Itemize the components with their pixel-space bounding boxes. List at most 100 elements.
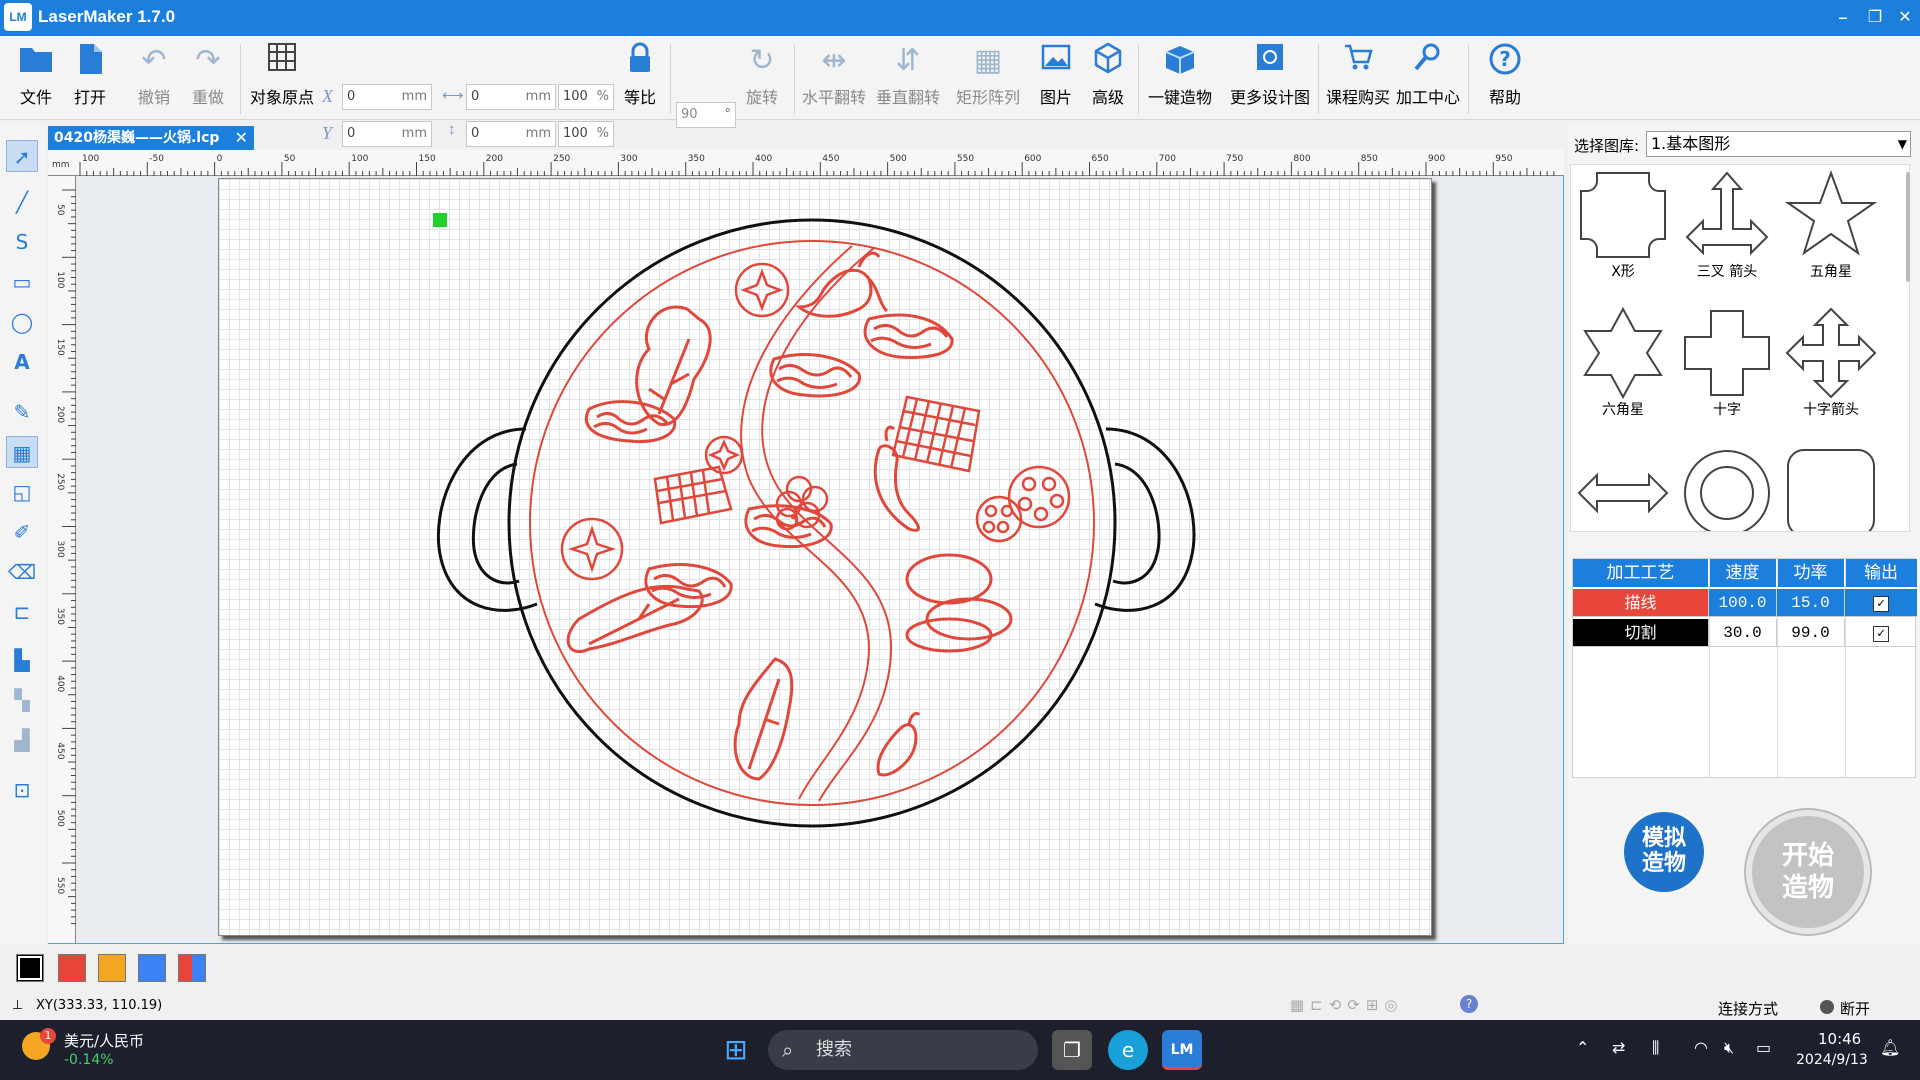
help-button[interactable]: ? 帮助 <box>1480 40 1530 108</box>
undo-button[interactable]: ↶ 撤销 <box>132 40 176 108</box>
grid-tool-icon[interactable]: ▦ <box>6 436 38 468</box>
output-checkbox[interactable]: ✓ <box>1845 589 1917 617</box>
volume-muted-icon[interactable]: 🔇︎ <box>1724 1038 1734 1058</box>
text-tool-icon[interactable]: A <box>6 346 38 378</box>
start-button[interactable]: 开始 造物 <box>1746 810 1870 934</box>
process-row-trace[interactable]: 描线 <box>1573 589 1709 617</box>
signal-icon[interactable]: ⫼ <box>1652 1038 1659 1058</box>
y-position-field[interactable]: 0 mm <box>342 121 432 147</box>
wifi-icon[interactable]: ◠ <box>1694 1038 1708 1057</box>
align-tool-icon[interactable]: ▙ <box>6 644 38 676</box>
edge-browser-icon[interactable]: e <box>1108 1030 1148 1070</box>
redo-button[interactable]: ↷ 重做 <box>186 40 230 108</box>
lock-ratio-button[interactable]: 等比 <box>620 40 660 108</box>
eraser-tool-icon[interactable]: ⌫ <box>6 556 38 588</box>
clock-date[interactable]: 2024/9/13 <box>1796 1052 1868 1068</box>
height-percent-field[interactable]: 100% <box>558 121 614 147</box>
shape-cross-arrow[interactable]: 十字箭头 <box>1783 307 1879 419</box>
open-button[interactable]: 打开 <box>68 40 112 108</box>
power-cell[interactable]: 15.0 <box>1777 589 1845 617</box>
rotate-button[interactable]: ↻ 旋转 <box>740 40 784 108</box>
task-view-icon[interactable]: ❐ <box>1052 1030 1092 1070</box>
flip-horizontal-button[interactable]: ⇹ 水平翻转 <box>800 40 868 108</box>
close-button[interactable]: ✕ <box>1890 3 1920 31</box>
power-cell[interactable]: 99.0 <box>1777 619 1845 647</box>
page-tool-icon[interactable]: ◱ <box>6 476 38 508</box>
shape-five-star[interactable]: 五角星 <box>1783 169 1879 281</box>
close-tab-icon[interactable]: ✕ <box>235 126 248 150</box>
sync-icon[interactable]: ⇄ <box>1612 1038 1625 1057</box>
help-icon: ? <box>1480 42 1530 80</box>
shape-six-star[interactable]: 六角星 <box>1575 307 1671 419</box>
chevron-up-icon[interactable]: ⌃ <box>1576 1038 1589 1057</box>
shape-rounded-rect[interactable] <box>1783 447 1879 531</box>
select-tool-icon[interactable]: ➚ <box>6 140 38 172</box>
flip-vertical-button[interactable]: ⇵ 垂直翻转 <box>874 40 942 108</box>
curve-tool-icon[interactable]: S <box>6 226 38 258</box>
notification-bell-icon[interactable]: 🔔︎ <box>1880 1038 1900 1057</box>
edit-tool-icon[interactable]: ✐ <box>6 516 38 548</box>
camera-tool-icon[interactable]: ⊡ <box>6 774 38 806</box>
one-click-make-button[interactable]: 一键造物 <box>1146 40 1214 108</box>
shape-ring[interactable] <box>1679 447 1775 531</box>
width-field[interactable]: 0 mm <box>466 84 556 110</box>
course-purchase-button[interactable]: 课程购买 <box>1324 40 1392 108</box>
pencil-tool-icon[interactable]: ✎ <box>6 396 38 428</box>
speed-cell[interactable]: 100.0 <box>1709 589 1777 617</box>
align-center-tool-icon[interactable]: ▚ <box>6 684 38 716</box>
ruler-tick-label: 850 <box>1361 154 1378 164</box>
image-button[interactable]: 图片 <box>1034 40 1078 108</box>
process-row-cut[interactable]: 切割 <box>1573 619 1709 647</box>
separator <box>794 44 795 114</box>
shape-double-arrow[interactable] <box>1575 447 1671 531</box>
shape-trident-arrow[interactable]: 三叉 箭头 <box>1679 169 1775 281</box>
color-swatch-multi[interactable] <box>178 954 206 982</box>
shape-x[interactable]: X形 <box>1575 169 1671 281</box>
ruler-tick-label: 700 <box>1159 154 1176 164</box>
rectangle-tool-icon[interactable]: ▭ <box>6 266 38 298</box>
work-area[interactable] <box>218 178 1432 936</box>
windows-start-icon[interactable]: ⊞ <box>716 1030 756 1070</box>
hotpot-design[interactable] <box>219 179 1433 937</box>
output-checkbox[interactable]: ✓ <box>1845 619 1917 647</box>
color-swatch-orange[interactable] <box>98 954 126 982</box>
help-icon[interactable]: ? <box>1460 995 1478 1013</box>
measure-tool-icon[interactable]: ⊏ <box>6 596 38 628</box>
lasermaker-taskbar-icon[interactable]: LM <box>1162 1030 1202 1070</box>
process-center-button[interactable]: 加工中心 <box>1394 40 1462 108</box>
simulate-button[interactable]: 模拟 造物 <box>1624 812 1704 892</box>
separator <box>670 44 671 114</box>
file-button[interactable]: 文件 <box>14 40 58 108</box>
taskbar-search[interactable]: ⌕ 搜索 <box>768 1030 1038 1070</box>
height-field[interactable]: 0 mm <box>466 121 556 147</box>
shape-cross[interactable]: 十字 <box>1679 307 1775 419</box>
distribute-tool-icon[interactable]: ▟ <box>6 724 38 756</box>
rotate-angle-field[interactable]: 90 ° <box>676 102 736 128</box>
battery-icon[interactable]: ▭ <box>1756 1038 1771 1057</box>
flip-vertical-icon: ⇵ <box>895 44 921 77</box>
rect-array-button[interactable]: ▦ 矩形阵列 <box>954 40 1022 108</box>
advanced-button[interactable]: 高级 <box>1086 40 1130 108</box>
speed-cell[interactable]: 30.0 <box>1709 619 1777 647</box>
object-origin-button[interactable]: 对象原点 <box>248 40 316 108</box>
ruler-tick-label: 500 <box>55 810 65 827</box>
line-tool-icon[interactable]: ╱ <box>6 186 38 218</box>
cart-icon <box>1324 42 1392 80</box>
clock-time[interactable]: 10:46 <box>1818 1030 1861 1048</box>
color-swatch-red[interactable] <box>58 954 86 982</box>
restore-button[interactable]: ❐ <box>1860 3 1890 31</box>
ellipse-tool-icon[interactable]: ◯ <box>6 306 38 338</box>
connection-state[interactable]: 断开 <box>1840 998 1870 1019</box>
ruler-tick-label: 200 <box>486 154 503 164</box>
library-dropdown[interactable]: 1.基本图形 ▼ <box>1646 131 1911 157</box>
document-tab[interactable]: 0420杨渠巍——火锅.lcp ✕ <box>48 126 254 150</box>
more-designs-button[interactable]: 更多设计图 <box>1228 40 1312 108</box>
minimize-button[interactable]: – <box>1828 3 1858 31</box>
color-swatch-black[interactable] <box>16 954 44 982</box>
width-percent-field[interactable]: 100% <box>558 84 614 110</box>
shape-scrollbar[interactable] <box>1906 172 1910 282</box>
ring-icon <box>1684 450 1770 531</box>
color-swatch-blue[interactable] <box>138 954 166 982</box>
x-position-field[interactable]: 0 mm <box>342 84 432 110</box>
widget-title[interactable]: 美元/人民币 <box>64 1030 144 1051</box>
